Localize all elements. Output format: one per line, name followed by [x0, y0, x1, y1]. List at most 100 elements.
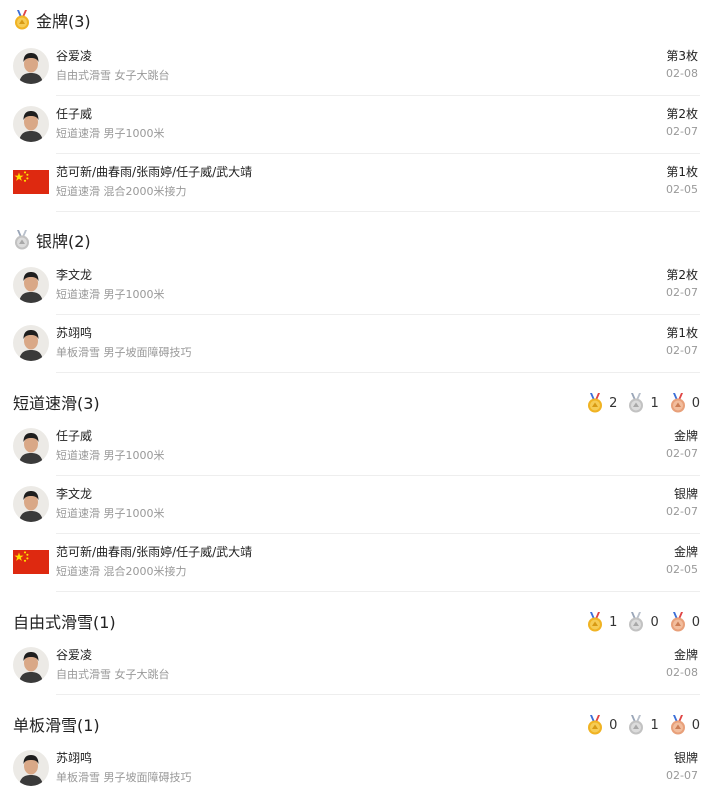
gold-section-header: 金牌(3) — [0, 0, 716, 38]
list-item[interactable]: 任子威 短道速滑 男子1000米 第2枚 02-07 — [0, 96, 716, 154]
event-date: 02-07 — [666, 344, 698, 357]
medal-tally: 1 0 0 — [576, 611, 700, 633]
medal-rank: 第2枚 — [666, 268, 698, 282]
divider — [56, 372, 700, 373]
athlete-name: 范可新/曲春雨/张雨婷/任子威/武大靖 — [56, 545, 253, 559]
medal-type: 银牌 — [673, 751, 698, 765]
event-name: 单板滑雪 男子坡面障碍技巧 — [56, 346, 192, 359]
bronze-medal-icon — [669, 612, 687, 632]
medal-type: 银牌 — [673, 487, 698, 501]
section-title: 短道速滑(3) — [13, 394, 100, 413]
medal-type: 金牌 — [673, 429, 698, 443]
athlete-avatar — [13, 486, 49, 522]
section-title: 银牌(2) — [36, 232, 91, 251]
medal-rank: 第2枚 — [666, 107, 698, 121]
athlete-avatar — [13, 647, 49, 683]
silver-count: 1 — [650, 717, 659, 733]
divider — [56, 591, 700, 592]
medal-type: 金牌 — [673, 545, 698, 559]
athlete-name: 谷爱凌 — [56, 49, 93, 63]
medal-type: 金牌 — [673, 648, 698, 662]
list-item[interactable]: 任子威 短道速滑 男子1000米 金牌 02-07 — [0, 418, 716, 476]
silver-count: 1 — [650, 395, 659, 411]
athlete-avatar — [13, 325, 49, 361]
tally-bronze: 0 — [669, 612, 700, 632]
divider — [56, 694, 700, 695]
section-title: 单板滑雪(1) — [13, 716, 100, 735]
medal-rank: 第3枚 — [666, 49, 698, 63]
gold-medal-icon — [586, 612, 604, 632]
silver-medal-icon — [13, 230, 31, 250]
event-name: 短道速滑 男子1000米 — [56, 127, 165, 140]
athlete-name: 李文龙 — [56, 487, 93, 501]
event-name: 单板滑雪 男子坡面障碍技巧 — [56, 771, 192, 784]
tally-bronze: 0 — [669, 715, 700, 735]
athlete-avatar — [13, 428, 49, 464]
tally-gold: 0 — [586, 715, 617, 735]
silver-medal-icon — [627, 393, 645, 413]
event-name: 短道速滑 男子1000米 — [56, 288, 165, 301]
silver-medal-icon — [627, 612, 645, 632]
event-date: 02-05 — [666, 563, 698, 576]
medal-tally: 2 1 0 — [576, 392, 700, 414]
event-date: 02-07 — [666, 286, 698, 299]
gold-count: 2 — [609, 395, 618, 411]
athlete-avatar — [13, 48, 49, 84]
tally-silver: 1 — [627, 715, 659, 735]
event-name: 短道速滑 男子1000米 — [56, 449, 165, 462]
section-title: 金牌(3) — [36, 12, 91, 31]
snowboard-section-header: 单板滑雪(1) 0 1 0 — [0, 704, 716, 742]
tally-gold: 1 — [586, 612, 617, 632]
athlete-name: 苏翊鸣 — [56, 751, 93, 765]
gold-medal-icon — [586, 715, 604, 735]
tally-silver: 0 — [627, 612, 659, 632]
event-name: 自由式滑雪 女子大跳台 — [56, 668, 170, 681]
freestyle-section-header: 自由式滑雪(1) 1 0 0 — [0, 601, 716, 639]
list-item[interactable]: 苏翊鸣 单板滑雪 男子坡面障碍技巧 银牌 02-07 — [0, 740, 716, 798]
event-name: 短道速滑 混合2000米接力 — [56, 185, 187, 198]
event-name: 短道速滑 男子1000米 — [56, 507, 165, 520]
silver-section-header: 银牌(2) — [0, 220, 716, 258]
china-flag-icon — [13, 170, 49, 194]
bronze-count: 0 — [691, 717, 700, 733]
event-name: 自由式滑雪 女子大跳台 — [56, 69, 170, 82]
divider — [56, 211, 700, 212]
list-item[interactable]: 范可新/曲春雨/张雨婷/任子威/武大靖 短道速滑 混合2000米接力 金牌 02… — [0, 534, 716, 592]
section-title: 自由式滑雪(1) — [13, 613, 116, 632]
tally-gold: 2 — [586, 393, 617, 413]
medal-rank: 第1枚 — [666, 165, 698, 179]
bronze-count: 0 — [691, 614, 700, 630]
list-item[interactable]: 谷爱凌 自由式滑雪 女子大跳台 第3枚 02-08 — [0, 38, 716, 96]
bronze-count: 0 — [691, 395, 700, 411]
gold-medal-icon — [586, 393, 604, 413]
event-date: 02-07 — [666, 447, 698, 460]
silver-count: 0 — [650, 614, 659, 630]
athlete-avatar — [13, 750, 49, 786]
gold-medal-icon — [13, 10, 31, 30]
china-flag-icon — [13, 550, 49, 574]
athlete-name: 任子威 — [56, 107, 93, 121]
athlete-avatar — [13, 267, 49, 303]
list-item[interactable]: 苏翊鸣 单板滑雪 男子坡面障碍技巧 第1枚 02-07 — [0, 315, 716, 373]
list-item[interactable]: 李文龙 短道速滑 男子1000米 银牌 02-07 — [0, 476, 716, 534]
athlete-avatar — [13, 106, 49, 142]
list-item[interactable]: 谷爱凌 自由式滑雪 女子大跳台 金牌 02-08 — [0, 637, 716, 695]
event-name: 短道速滑 混合2000米接力 — [56, 565, 187, 578]
gold-count: 0 — [609, 717, 618, 733]
silver-medal-icon — [627, 715, 645, 735]
event-date: 02-07 — [666, 125, 698, 138]
list-item[interactable]: 李文龙 短道速滑 男子1000米 第2枚 02-07 — [0, 257, 716, 315]
event-date: 02-07 — [666, 505, 698, 518]
athlete-name: 李文龙 — [56, 268, 93, 282]
tally-silver: 1 — [627, 393, 659, 413]
gold-count: 1 — [609, 614, 618, 630]
list-item[interactable]: 范可新/曲春雨/张雨婷/任子威/武大靖 短道速滑 混合2000米接力 第1枚 0… — [0, 154, 716, 212]
short-track-section-header: 短道速滑(3) 2 1 0 — [0, 382, 716, 420]
medal-rank: 第1枚 — [666, 326, 698, 340]
tally-bronze: 0 — [669, 393, 700, 413]
bronze-medal-icon — [669, 393, 687, 413]
athlete-name: 苏翊鸣 — [56, 326, 93, 340]
event-date: 02-08 — [666, 67, 698, 80]
medal-tally: 0 1 0 — [576, 714, 700, 736]
event-date: 02-05 — [666, 183, 698, 196]
